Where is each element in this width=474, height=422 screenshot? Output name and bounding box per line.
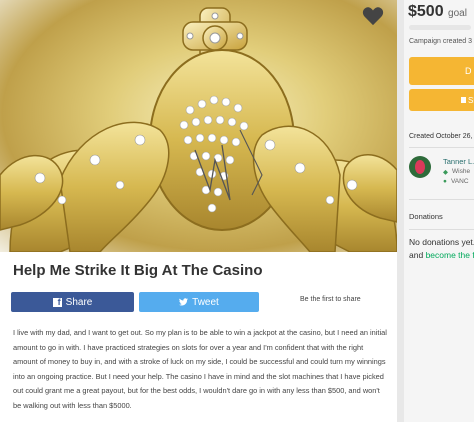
donate-button-label: D (465, 66, 472, 76)
divider (409, 199, 474, 200)
divider (409, 229, 474, 230)
first-donation-prompt: and become the fi (409, 250, 474, 260)
crown-illustration (0, 7, 397, 252)
twitter-share-label: Tweet (192, 296, 219, 308)
facebook-icon: f (52, 297, 62, 307)
created-date: Created October 26, (409, 133, 473, 140)
sidebar-share-label: Sh (468, 95, 474, 105)
twitter-share-button[interactable]: Tweet (139, 292, 259, 312)
donate-button[interactable]: D (409, 57, 474, 85)
progress-bar (409, 25, 471, 30)
divider (409, 147, 474, 148)
organizer-location-text: VANC (450, 178, 469, 185)
organizer-category-text: Wishe (452, 168, 471, 175)
first-to-share-text: Be the first to share (300, 296, 361, 303)
become-first-donor-link[interactable]: become the fi (426, 250, 474, 260)
campaign-sidebar: $500 goal Campaign created 3 D Sh Create… (404, 0, 474, 422)
campaign-title: Help Me Strike It Big At The Casino (13, 262, 263, 279)
organizer-name[interactable]: Tanner L. (443, 157, 474, 166)
no-donations-text: No donations yet. (409, 237, 474, 247)
organizer-category: ◆ Wishe (443, 168, 470, 176)
goal-summary: $500 goal (408, 3, 467, 21)
goal-amount: $500 (408, 3, 444, 20)
campaign-image-crown (0, 0, 397, 252)
first-donation-prefix: and (409, 250, 424, 260)
facebook-share-button[interactable]: f Share (11, 292, 134, 312)
sidebar-share-button[interactable]: Sh (409, 89, 474, 111)
column-divider (397, 0, 404, 422)
organizer-location: ● VANC (443, 178, 469, 185)
campaign-story: I live with my dad, and I want to get ou… (13, 328, 387, 410)
donations-heading: Donations (409, 212, 443, 221)
heart-icon[interactable] (362, 6, 384, 26)
campaign-main: Help Me Strike It Big At The Casino f Sh… (0, 0, 397, 422)
campaign-created-text: Campaign created 3 (409, 38, 473, 45)
twitter-icon (179, 298, 189, 306)
organizer-avatar[interactable] (409, 156, 431, 178)
facebook-share-label: Share (65, 296, 93, 308)
tag-icon: ◆ (443, 169, 448, 176)
goal-label: goal (448, 8, 467, 19)
share-icon (461, 97, 466, 103)
location-pin-icon: ● (443, 178, 447, 185)
